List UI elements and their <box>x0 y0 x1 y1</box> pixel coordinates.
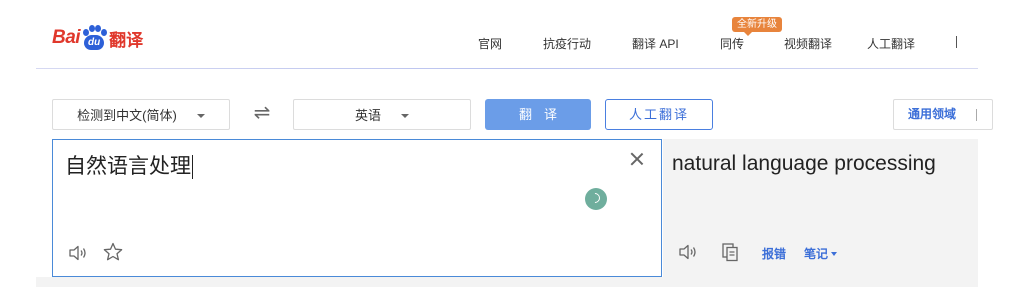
report-error-link[interactable]: 报错 <box>762 245 786 262</box>
notes-dropdown[interactable]: 笔记 <box>804 245 838 262</box>
logo-fanyi-text: 翻译 <box>109 30 144 51</box>
panel-bottom-strip <box>36 277 978 287</box>
source-text-area[interactable]: 自然语言处理 <box>52 139 662 277</box>
new-upgrade-badge: 全新升级 <box>732 17 782 36</box>
domain-divider <box>976 109 977 121</box>
logo-bai-text: Bai <box>52 27 81 48</box>
notes-label: 笔记 <box>804 247 829 261</box>
speaker-icon[interactable] <box>677 241 699 263</box>
translate-button[interactable]: 翻译 <box>485 99 591 130</box>
header: Bai du 翻译 官网 抗疫行动 翻译 API 同传 视频翻译 人工翻译 全新… <box>0 0 1035 68</box>
paw-icon: du <box>81 25 108 51</box>
translation-result-panel: natural language processing 报错 笔记 <box>663 139 978 286</box>
nav-human-translate[interactable]: 人工翻译 <box>867 35 915 52</box>
baidu-translate-logo[interactable]: Bai du 翻译 <box>52 22 143 54</box>
close-icon[interactable] <box>630 152 644 166</box>
target-language-select[interactable]: 英语 <box>293 99 471 130</box>
source-text-wrapper: 自然语言处理 <box>65 150 193 180</box>
target-language-label: 英语 <box>354 108 381 123</box>
chevron-down-icon <box>196 113 205 118</box>
nav-video-translate[interactable]: 视频翻译 <box>784 35 832 52</box>
nav-guanwang[interactable]: 官网 <box>478 35 502 52</box>
source-text: 自然语言处理 <box>65 154 191 178</box>
source-language-label: 检测到中文(简体) <box>77 108 177 123</box>
domain-select[interactable]: 通用领域 <box>893 99 993 130</box>
chevron-down-icon <box>401 113 409 118</box>
nav-divider <box>956 36 957 48</box>
speaker-icon[interactable] <box>67 242 89 264</box>
nav-api[interactable]: 翻译 API <box>632 35 679 52</box>
logo-du-text: du <box>84 35 105 50</box>
text-cursor <box>192 155 193 179</box>
chevron-down-icon <box>831 252 838 256</box>
source-language-select[interactable]: 检测到中文(简体) <box>52 99 230 130</box>
domain-label: 通用领域 <box>908 107 957 121</box>
swap-languages-icon[interactable]: ⇌ <box>249 100 275 126</box>
header-divider <box>36 68 978 69</box>
nav-tongchuan[interactable]: 同传 <box>720 35 744 52</box>
human-translate-button[interactable]: 人工翻译 <box>605 99 713 130</box>
translation-result-text: natural language processing <box>672 152 936 175</box>
nav-kangyi[interactable]: 抗疫行动 <box>543 35 591 52</box>
star-icon[interactable] <box>102 241 124 263</box>
loading-spinner-icon <box>585 188 607 210</box>
copy-icon[interactable] <box>719 241 741 263</box>
